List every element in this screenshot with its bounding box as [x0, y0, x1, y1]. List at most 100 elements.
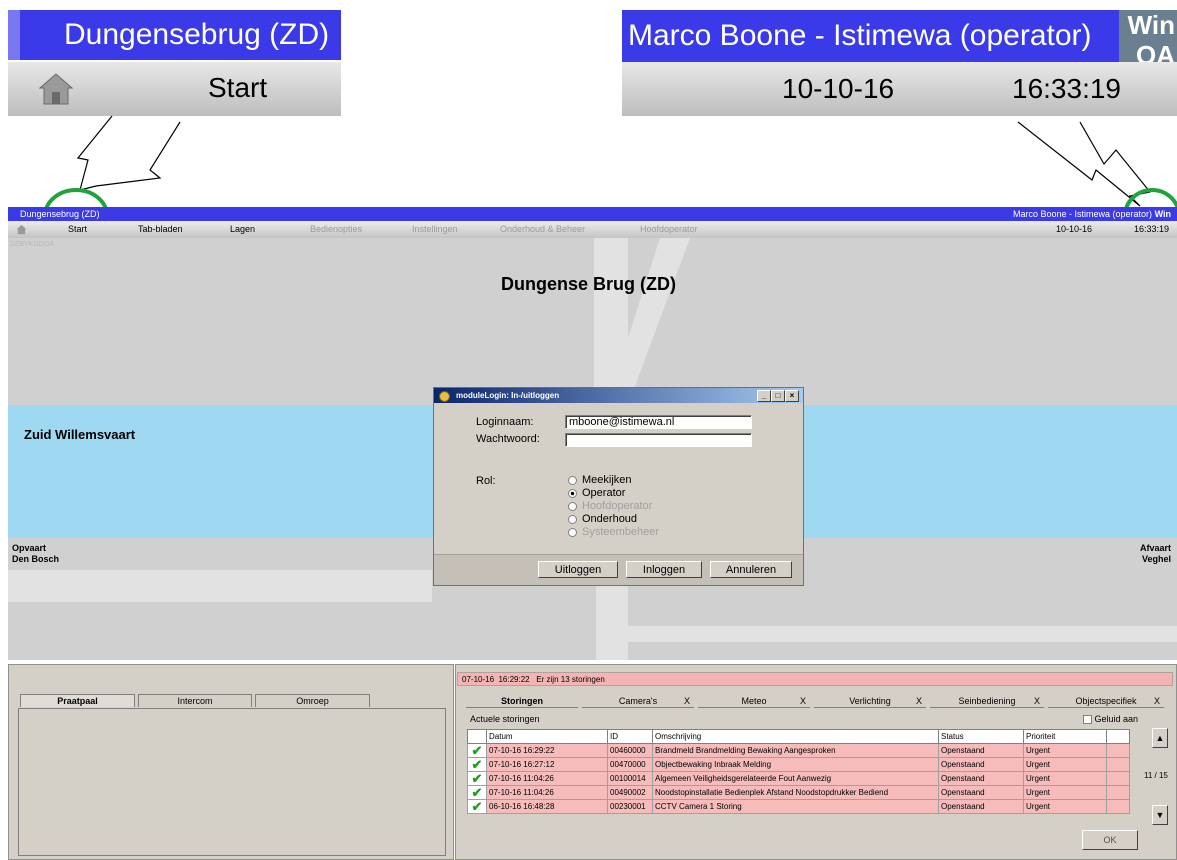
menu-start[interactable]: Start [68, 221, 87, 238]
cell-extra [1106, 743, 1130, 758]
role-meekijken[interactable]: Meekijken [568, 474, 632, 487]
user-title: Marco Boone - Istimewa (operator) Win [1013, 207, 1171, 221]
menu-instellingen[interactable]: Instellingen [412, 221, 458, 238]
column-header-status[interactable]: Status [938, 729, 1024, 744]
cell-extra [1106, 771, 1130, 786]
tab-meteo-label: Meteo [741, 696, 767, 706]
table-row[interactable]: ✔ 07-10-16 16:27:12 00470000 Objectbewak… [467, 757, 1130, 772]
password-label: Wachtwoord: [476, 433, 540, 445]
column-header-extra [1106, 729, 1130, 744]
canvas-title: Dungense Brug (ZD) [501, 274, 676, 294]
tab-omroep[interactable]: Omroep [255, 694, 370, 707]
cell-id: 00230001 [607, 799, 653, 814]
check-icon: ✔ [467, 799, 487, 814]
tab-close-icon[interactable]: X [1154, 695, 1160, 708]
alarm-summary-bar: 07-10-16 16:29:22 Er zijn 13 storingen [457, 672, 1173, 686]
section-label: Actuele storingen [470, 714, 540, 724]
menu-date: 10-10-16 [1056, 224, 1093, 234]
lower-road-right [628, 626, 1177, 642]
role-hoofdoperator[interactable]: Hoofdoperator [568, 500, 652, 513]
checkbox-icon[interactable] [1083, 715, 1092, 725]
canvas-sub-label: DZBVKGDOA [10, 241, 54, 248]
minimize-icon[interactable]: _ [757, 390, 771, 402]
tab-seinbediening[interactable]: Seinbediening X [930, 695, 1044, 708]
role-meekijken-label: Meekijken [582, 474, 632, 486]
menu-lagen[interactable]: Lagen [230, 221, 255, 238]
role-operator[interactable]: Operator [568, 487, 625, 500]
tab-close-icon[interactable]: X [1034, 695, 1040, 708]
tab-verlichting[interactable]: Verlichting X [814, 695, 926, 708]
tab-close-icon[interactable]: X [684, 695, 690, 708]
cell-datum: 07-10-16 11:04:26 [486, 785, 608, 800]
role-onderhoud[interactable]: Onderhoud [568, 513, 637, 526]
tab-cameras[interactable]: Camera's X [582, 695, 694, 708]
cell-datum: 07-10-16 16:27:12 [486, 757, 608, 772]
table-row[interactable]: ✔ 07-10-16 11:04:26 00490002 Noodstopins… [467, 785, 1130, 800]
lower-road-left [8, 570, 432, 602]
close-icon[interactable]: × [785, 390, 799, 402]
table-row[interactable]: ✔ 07-10-16 16:29:22 00460000 Brandmeld B… [467, 743, 1130, 758]
tab-intercom[interactable]: Intercom [138, 694, 252, 707]
tab-praatpaal[interactable]: Praatpaal [20, 694, 135, 707]
menu-onderhoud-beheer[interactable]: Onderhoud & Beheer [500, 221, 585, 238]
home-icon-small[interactable] [16, 221, 27, 238]
tab-cameras-label: Camera's [618, 696, 658, 706]
cell-omschrijving: Noodstopinstallatie Bedienplek Afstand N… [652, 785, 939, 800]
menu-tab-bladen[interactable]: Tab-bladen [138, 221, 183, 238]
scroll-up-button[interactable]: ▲ [1152, 728, 1168, 748]
veghel-text: Veghel [1141, 554, 1171, 564]
check-icon: ✔ [467, 757, 487, 772]
scroll-down-button[interactable]: ▼ [1152, 805, 1168, 825]
afvaart-text: Afvaart [1139, 543, 1171, 553]
dialog-title: moduleLogin: In-/uitloggen [456, 391, 560, 400]
column-header-check [467, 729, 487, 744]
user-title-text: Marco Boone - Istimewa (operator) [1013, 209, 1153, 219]
logout-button[interactable]: Uitloggen [538, 561, 618, 578]
tab-close-icon[interactable]: X [800, 695, 806, 708]
table-row[interactable]: ✔ 06-10-16 16:48:28 00230001 CCTV Camera… [467, 799, 1130, 814]
cell-omschrijving: CCTV Camera 1 Storing [652, 799, 939, 814]
menu-bedienopties[interactable]: Bedienopties [310, 221, 362, 238]
cell-prioriteit: Urgent [1023, 743, 1107, 758]
cell-prioriteit: Urgent [1023, 757, 1107, 772]
alarm-table: Datum ID Omschrijving Status Prioriteit … [467, 729, 1130, 814]
check-icon: ✔ [467, 785, 487, 800]
password-input[interactable] [565, 433, 752, 447]
login-button[interactable]: Inloggen [626, 561, 702, 578]
login-input[interactable] [565, 415, 752, 429]
cell-extra [1106, 799, 1130, 814]
road-fork [594, 238, 690, 405]
table-row[interactable]: ✔ 07-10-16 11:04:26 00100014 Algemeen Ve… [467, 771, 1130, 786]
sound-toggle[interactable]: Geluid aan [1083, 714, 1138, 725]
communication-content [18, 708, 446, 856]
column-header-omschrijving[interactable]: Omschrijving [652, 729, 939, 744]
cancel-button[interactable]: Annuleren [710, 561, 792, 578]
tab-objectspecifiek[interactable]: Objectspecifiek X [1048, 695, 1164, 708]
tab-close-icon[interactable]: X [916, 695, 922, 708]
column-header-datum[interactable]: Datum [486, 729, 608, 744]
column-header-id[interactable]: ID [607, 729, 653, 744]
menu-hoofdoperator[interactable]: Hoofdoperator [640, 221, 698, 238]
role-systeembeheer[interactable]: Systeembeheer [568, 526, 659, 539]
cell-id: 00100014 [607, 771, 653, 786]
cell-prioriteit: Urgent [1023, 785, 1107, 800]
afvaart-label: Afvaart Veghel [1140, 543, 1171, 565]
tab-meteo[interactable]: Meteo X [698, 695, 810, 708]
ok-button[interactable]: OK [1082, 830, 1138, 850]
menu-bar: Start Tab-bladen Lagen Bedienopties Inst… [8, 221, 1177, 238]
dialog-button-bar: Uitloggen Inloggen Annuleren [434, 554, 803, 585]
role-label: Rol: [476, 475, 496, 487]
alarm-date: 07-10-16 [462, 675, 495, 684]
maximize-icon[interactable]: □ [771, 390, 785, 402]
tab-storingen[interactable]: Storingen [466, 695, 578, 708]
page-counter: 11 / 15 [1144, 771, 1168, 780]
cell-status: Openstaand [938, 771, 1024, 786]
cell-omschrijving: Brandmeld Brandmelding Bewaking Aangespr… [652, 743, 939, 758]
app-title: Dungensebrug (ZD) [20, 209, 100, 219]
cell-omschrijving: Objectbewaking Inbraak Melding [652, 757, 939, 772]
dialog-title-bar: moduleLogin: In-/uitloggen _ □ × [434, 388, 803, 403]
cell-status: Openstaand [938, 743, 1024, 758]
column-header-prioriteit[interactable]: Prioriteit [1023, 729, 1107, 744]
radio-icon [568, 475, 577, 485]
cell-omschrijving: Algemeen Veiligheidsgerelateerde Fout Aa… [652, 771, 939, 786]
